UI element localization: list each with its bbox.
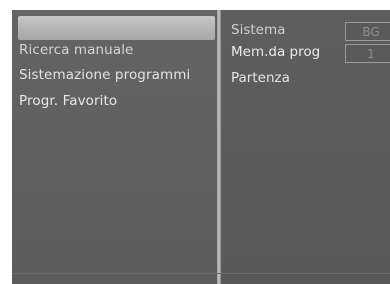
menu-item-ricerca-manuale[interactable]: Ricerca manuale	[19, 42, 133, 58]
menu-item-progr-favorito[interactable]: Progr. Favorito	[19, 93, 117, 109]
mem-da-prog-label: Mem.da prog	[231, 44, 321, 60]
bottom-rule	[12, 273, 390, 274]
partenza-label[interactable]: Partenza	[231, 70, 290, 86]
menu-panel: Ricerca manuale Sistemazione programmi P…	[12, 10, 217, 284]
sistema-value[interactable]: BG	[345, 22, 390, 41]
tv-menu-screen: Ricerca manuale Sistemazione programmi P…	[12, 10, 390, 284]
mem-da-prog-value[interactable]: 1	[345, 44, 390, 63]
sistema-label: Sistema	[231, 22, 286, 38]
menu-highlight[interactable]	[18, 16, 215, 40]
settings-panel: Sistema BG Mem.da prog 1 Partenza	[221, 10, 390, 284]
menu-item-sistemazione-programmi[interactable]: Sistemazione programmi	[19, 67, 190, 83]
